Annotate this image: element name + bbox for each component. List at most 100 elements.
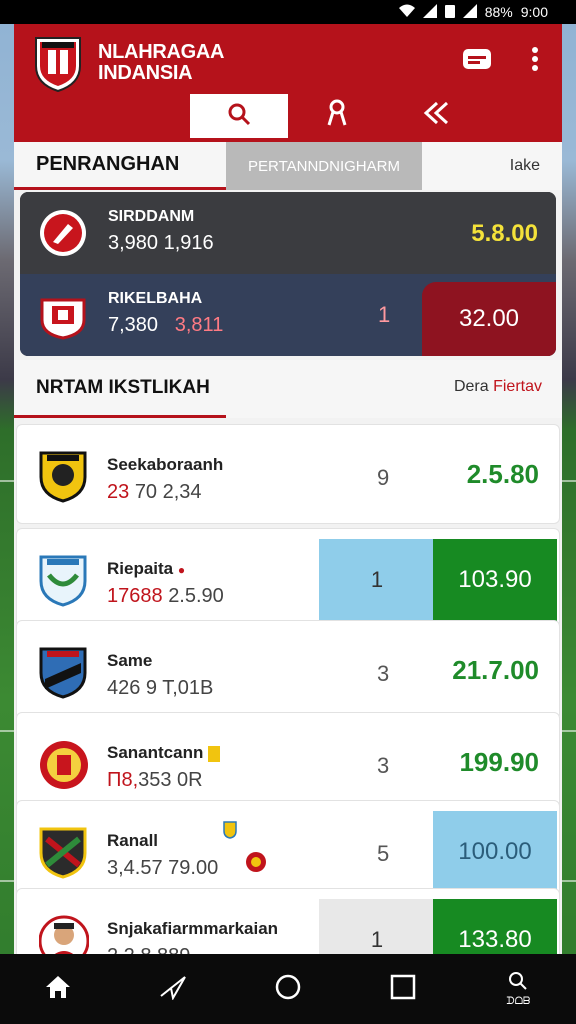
odds-value[interactable]: 199.90 (459, 747, 539, 778)
home-button[interactable] (28, 959, 88, 1019)
featured-row[interactable]: SIRDDANM 3,980 1,916 5.8.00 (20, 192, 556, 274)
team-stats: 23 70 2,34 (107, 481, 202, 504)
more-options-icon[interactable] (520, 44, 550, 74)
back-arrow-icon (423, 101, 451, 132)
shield-icon (223, 821, 237, 844)
battery-icon (444, 4, 455, 21)
search-icon (227, 102, 251, 131)
wallet-icon[interactable] (462, 44, 492, 74)
federation-logo-icon (34, 36, 82, 93)
match-row[interactable]: Riepaita ● 17688 2.5.90 1 103.90 (16, 528, 560, 628)
circle-home-button[interactable] (258, 959, 318, 1019)
app-title: NLAHRAGAA INDANSIA (98, 42, 224, 84)
stat-a: Π8, (107, 769, 139, 791)
section-filter-value: Fiertav (493, 378, 542, 395)
main-panel: PENRANGHAN PERTANNDNIGHARM Iake SIRDDANM… (14, 142, 562, 981)
profile-button[interactable]: ᗪᗝᗷ (488, 959, 548, 1019)
status-bar: 88% 9:00 (0, 0, 576, 24)
recents-button[interactable] (373, 959, 433, 1019)
match-number: 3 (377, 753, 390, 778)
club-crest-icon (39, 737, 88, 791)
clock: 9:00 (520, 4, 548, 20)
team-stats: 17688 2.5.90 (107, 585, 224, 608)
odds-button[interactable]: 103.90 (433, 539, 557, 621)
section-underline (14, 415, 226, 418)
signal-icon (462, 3, 477, 21)
team-name: SIRDDANM (108, 208, 195, 225)
tab-secondary[interactable]: PERTANNDNIGHARM (226, 142, 422, 190)
odds-button[interactable]: 100.00 (433, 811, 557, 893)
crest-small-icon (245, 851, 267, 878)
home-icon (44, 974, 72, 1005)
tab-search[interactable] (190, 94, 288, 138)
match-number: 1 (378, 302, 391, 327)
tab-tertiary[interactable]: Iake (510, 142, 540, 190)
stat-b: 353 0R (138, 769, 203, 791)
team-name: Ranall (107, 831, 159, 850)
club-crest-icon (39, 825, 87, 879)
send-icon (159, 974, 187, 1005)
team-name: Snjakafiarmmarkaian (107, 919, 279, 938)
match-row[interactable]: Seekaboraanh 23 70 2,34 9 2.5.80 (16, 424, 560, 524)
system-nav-bar: ᗪᗝᗷ (0, 954, 576, 1024)
stat-a: 17688 (107, 585, 163, 607)
team-stats: 3,980 1,916 (108, 232, 214, 254)
match-number: 3 (377, 661, 390, 686)
section-filter-label: Dera (453, 378, 494, 395)
stat-b: 70 2,34 (134, 481, 202, 503)
badge-icon (208, 745, 221, 762)
match-row[interactable]: Sanantcann Π8,353 0R 3 199.90 (16, 712, 560, 812)
odds-value[interactable]: 2.5.80 (467, 459, 539, 490)
club-crest-icon (39, 449, 87, 503)
match-number: 9 (377, 465, 390, 490)
square-icon (390, 974, 416, 1005)
match-number: 1 (370, 567, 384, 592)
section-title: NRTAM IKSTLIKAH (36, 377, 210, 398)
team-stats: 3,4.57 79.00 (107, 857, 219, 879)
featured-match[interactable]: SIRDDANM 3,980 1,916 5.8.00 RIKELBAHA 7,… (20, 192, 556, 356)
match-row[interactable]: Ranall 3,4.57 79.00 5 100.00 (16, 800, 560, 900)
featured-row[interactable]: RIKELBAHA 7,380 3,811 1 32.00 (20, 274, 556, 356)
team-stats: 7,380 3,811 (108, 314, 223, 337)
team-name: Sanantcann (107, 743, 221, 763)
team-name: Seekaboraanh (107, 455, 224, 474)
match-number: 5 (377, 841, 390, 866)
team-stats: 426 9 T,01B (107, 677, 214, 699)
stat-a: 7,380 (108, 314, 159, 336)
team-name: RIKELBAHA (108, 290, 203, 307)
team-name: Same (107, 651, 153, 670)
section-filter[interactable]: Dera Fiertav (454, 378, 542, 396)
team-name: Riepaita ● (107, 559, 186, 578)
club-crest-icon (38, 290, 88, 340)
club-crest-icon (38, 208, 88, 258)
category-tabs: PENRANGHAN PERTANNDNIGHARM Iake (14, 142, 562, 190)
stat-b: 2.5.90 (168, 585, 224, 607)
section-header: NRTAM IKSTLIKAH Dera Fiertav (14, 360, 562, 418)
app-title-line1: NLAHRAGAA (98, 41, 225, 63)
odds-button[interactable]: 32.00 (422, 282, 556, 356)
wifi-icon (398, 4, 415, 21)
send-button[interactable] (143, 959, 203, 1019)
stat-b: 3,811 (174, 314, 224, 336)
app-title-line2: INDANSIA (98, 62, 193, 84)
team-stats: Π8,353 0R (107, 769, 203, 792)
odds-value[interactable]: 5.8.00 (471, 220, 538, 248)
profile-search-icon (506, 971, 530, 996)
flag-icon: ● (177, 563, 186, 577)
odds-value[interactable]: 21.7.00 (452, 655, 539, 686)
tab-back[interactable] (388, 94, 486, 138)
club-crest-icon (39, 645, 87, 699)
app-header: NLAHRAGAA INDANSIA (14, 24, 562, 142)
stat-a: 23 (107, 481, 130, 503)
profile-label: ᗪᗝᗷ (506, 996, 531, 1007)
match-number: 1 (370, 927, 384, 952)
signal-icon (422, 3, 437, 21)
ribbon-icon (325, 99, 349, 134)
circle-icon (274, 973, 302, 1006)
odds-draw-button[interactable]: 1 (319, 539, 435, 621)
club-crest-icon (39, 553, 87, 607)
battery-level: 88% (484, 4, 513, 20)
match-row[interactable]: Same 426 9 T,01B 3 21.7.00 (16, 620, 560, 720)
tab-primary[interactable]: PENRANGHAN (14, 142, 226, 190)
tab-favorites[interactable] (288, 94, 386, 138)
